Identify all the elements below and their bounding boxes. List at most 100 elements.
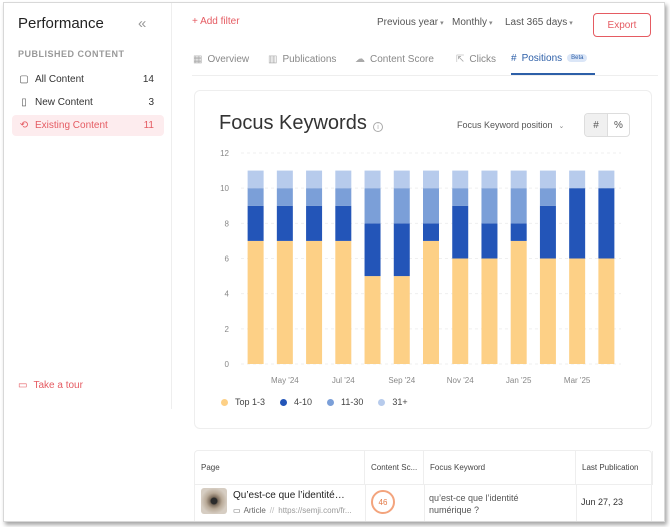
tab-positions[interactable]: # Positions Beta [511, 43, 596, 75]
bar-segment[interactable] [481, 258, 498, 365]
tab-content-score[interactable]: ☁ Content Score [355, 43, 434, 75]
range-dropdown[interactable]: Last 365 days ▾ [505, 17, 573, 28]
bar-segment[interactable] [569, 188, 586, 259]
tour-icon: ▭ [18, 380, 28, 391]
bar-segment[interactable] [276, 188, 293, 206]
bar-segment[interactable] [481, 188, 498, 224]
x-tick-label: Jan '25 [506, 376, 532, 385]
y-tick-label: 0 [225, 360, 230, 369]
bar-segment[interactable] [452, 170, 469, 189]
sidebar-item-label: All Content [35, 74, 84, 85]
tab-label: Positions [521, 52, 563, 64]
bar-segment[interactable] [598, 258, 615, 365]
bar-segment[interactable] [423, 223, 439, 241]
bar-segment[interactable] [510, 240, 527, 364]
granularity-dropdown[interactable]: Monthly ▾ [452, 17, 493, 28]
tab-overview[interactable]: ▦ Overview [193, 43, 249, 75]
bar-segment[interactable] [423, 170, 439, 189]
bar-segment[interactable] [364, 276, 381, 364]
column-header-focus-keyword[interactable]: Focus Keyword [424, 451, 576, 484]
bar-segment[interactable] [569, 258, 586, 365]
bar-segment[interactable] [481, 223, 498, 259]
beta-badge: Beta [567, 54, 588, 62]
grid-icon: ▦ [193, 53, 203, 65]
bar-segment[interactable] [423, 188, 439, 224]
add-filter-button[interactable]: + Add filter [192, 16, 240, 27]
bar-segment[interactable] [247, 188, 264, 206]
bar-segment[interactable] [539, 205, 556, 259]
x-tick-label: Mar '25 [564, 376, 591, 385]
bar-segment[interactable] [510, 188, 527, 224]
bar-segment[interactable] [335, 205, 352, 241]
bar-segment[interactable] [247, 240, 264, 364]
bar-segment[interactable] [423, 240, 439, 364]
chart-legend: Top 1-3 4-10 11-30 31+ [221, 397, 423, 407]
bar-segment[interactable] [364, 188, 381, 224]
legend-item[interactable]: 11-30 [327, 397, 363, 407]
bar-segment[interactable] [276, 170, 293, 189]
column-header-last-publication[interactable]: Last Publication [576, 451, 653, 484]
content-score-ring: 46 [371, 490, 395, 514]
export-button[interactable]: Export [593, 13, 651, 37]
bar-segment[interactable] [335, 170, 352, 189]
metric-dropdown[interactable]: Focus Keyword position ⌄ [457, 120, 564, 130]
bar-segment[interactable] [335, 240, 352, 364]
period-dropdown[interactable]: Previous year ▾ [377, 17, 444, 28]
chevron-down-icon: ⌄ [558, 123, 565, 130]
column-header-page[interactable]: Page [195, 451, 365, 484]
count-toggle-button[interactable]: # [585, 114, 607, 136]
page-title[interactable]: Qu’est-ce que l’identité… [233, 490, 345, 501]
bar-segment[interactable] [569, 170, 586, 189]
bar-segment[interactable] [510, 223, 527, 241]
legend-item[interactable]: 31+ [378, 397, 408, 407]
bar-segment[interactable] [598, 188, 615, 259]
take-a-tour-link[interactable]: ▭ Take a tour [18, 380, 83, 391]
tab-label: Content Score [370, 53, 434, 65]
bar-segment[interactable] [276, 205, 293, 241]
column-divider [576, 484, 577, 521]
legend-label: 4-10 [294, 397, 313, 407]
collapse-sidebar-icon[interactable]: « [138, 15, 146, 32]
x-tick-label: May '24 [271, 376, 299, 385]
bar-segment[interactable] [539, 188, 556, 206]
bar-segment[interactable] [306, 240, 323, 364]
sidebar-item-existing-content[interactable]: ⟲ Existing Content 11 [12, 115, 164, 136]
bar-segment[interactable] [306, 205, 323, 241]
bar-segment[interactable] [393, 223, 410, 277]
content-table: Page Content Sc... Focus Keyword Last Pu… [194, 450, 653, 521]
page-url[interactable]: https://semji.com/fr... [278, 506, 351, 515]
bar-segment[interactable] [452, 258, 469, 365]
tab-clicks[interactable]: ⇱ Clicks [456, 43, 496, 75]
tab-publications[interactable]: ▥ Publications [268, 43, 336, 75]
bar-segment[interactable] [452, 205, 469, 259]
bar-segment[interactable] [306, 188, 323, 206]
sidebar-item-all-content[interactable]: ▢ All Content 14 [12, 69, 164, 90]
last-publication-date: Jun 27, 23 [581, 497, 624, 507]
percent-toggle-button[interactable]: % [607, 114, 629, 136]
bar-segment[interactable] [539, 258, 556, 365]
bar-segment[interactable] [276, 240, 293, 364]
bar-segment[interactable] [393, 276, 410, 364]
column-header-content-score[interactable]: Content Sc... [365, 451, 424, 484]
sidebar-item-new-content[interactable]: ▯ New Content 3 [12, 92, 164, 113]
y-tick-label: 2 [225, 325, 230, 334]
info-icon[interactable]: i [373, 122, 383, 132]
section-label: PUBLISHED CONTENT [18, 49, 125, 59]
bar-segment[interactable] [364, 223, 381, 277]
bar-segment[interactable] [306, 170, 323, 189]
bar-segment[interactable] [452, 188, 469, 206]
bar-segment[interactable] [393, 170, 410, 189]
bar-segment[interactable] [335, 188, 352, 206]
bar-segment[interactable] [598, 170, 615, 189]
legend-item[interactable]: 4-10 [280, 397, 312, 407]
bar-segment[interactable] [247, 170, 264, 189]
legend-item[interactable]: Top 1-3 [221, 397, 265, 407]
bar-segment[interactable] [364, 170, 381, 189]
bar-segment[interactable] [481, 170, 498, 189]
bar-segment[interactable] [510, 170, 527, 189]
bar-segment[interactable] [539, 170, 556, 189]
bar-segment[interactable] [393, 188, 410, 224]
bar-segment[interactable] [247, 205, 264, 241]
chevron-down-icon: ▾ [569, 20, 573, 27]
count-percent-toggle: # % [584, 113, 630, 137]
